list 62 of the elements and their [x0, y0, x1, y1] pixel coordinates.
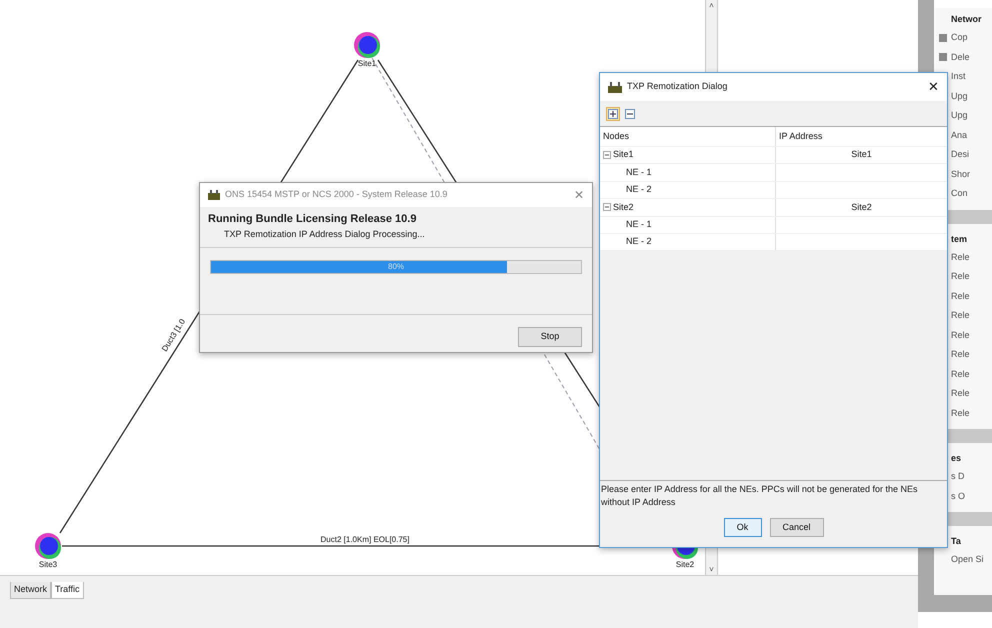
panel-item[interactable]: Upg — [951, 109, 968, 122]
scroll-up-arrow[interactable]: ˄ — [706, 0, 717, 12]
panel-item[interactable]: Ana — [951, 128, 968, 142]
node-label: Site1 — [358, 59, 376, 68]
collapse-toggle-icon[interactable] — [603, 151, 611, 160]
site-node-icon[interactable] — [35, 533, 61, 559]
cancel-button[interactable]: Cancel — [770, 518, 824, 537]
ip-address-cell[interactable]: Site2 — [851, 200, 872, 214]
expand-all-button[interactable] — [606, 106, 620, 120]
node-label: Site2 — [676, 560, 694, 569]
panel-item[interactable]: s O — [951, 490, 966, 503]
collapse-toggle-icon[interactable] — [603, 203, 611, 212]
panel-item[interactable]: Rele — [951, 290, 970, 303]
note-text: Please enter IP Address for all the NEs. PPCs will not be generated for the NEs without IP Address — [600, 482, 918, 509]
progress-message: TXP Remotization IP Address Dialog Processing... — [223, 228, 426, 241]
window-title: TXP Remotization Dialog — [627, 80, 728, 94]
section-title: Networ — [950, 13, 983, 26]
scroll-down-arrow[interactable]: ˅ — [706, 564, 717, 576]
panel-item[interactable]: Rele — [951, 406, 970, 420]
panel-item[interactable]: Shor — [951, 168, 970, 181]
panel-item[interactable]: Cop — [951, 31, 968, 44]
panel-item[interactable]: Rele — [951, 270, 970, 284]
tree-node-label[interactable]: Site1 — [613, 148, 634, 162]
panel-item[interactable]: Dele — [951, 50, 970, 64]
panel-item[interactable]: Rele — [951, 387, 970, 400]
ok-button[interactable]: Ok — [724, 518, 762, 537]
tree-node-label[interactable]: NE - 2 — [626, 235, 652, 249]
close-button[interactable]: ✕ — [574, 186, 584, 204]
panel-item[interactable]: Open Si — [951, 553, 984, 566]
panel-item[interactable]: Inst — [951, 70, 966, 84]
app-icon — [608, 82, 622, 92]
panel-item[interactable]: Desi — [951, 148, 970, 162]
section-title: Ta — [950, 535, 962, 548]
app-icon — [208, 190, 220, 200]
tree-node-label[interactable]: NE - 1 — [626, 166, 652, 180]
column-header: Nodes — [603, 130, 630, 143]
link-label: Duct2 [1.0Km] EOL[0.75] — [320, 535, 410, 544]
ip-address-cell[interactable]: Site1 — [851, 148, 872, 162]
panel-item[interactable]: Rele — [951, 328, 970, 342]
panel-item[interactable]: Rele — [951, 348, 970, 362]
column-header: IP Address — [779, 130, 822, 143]
site-node-icon[interactable] — [354, 32, 380, 58]
panel-item[interactable]: Upg — [951, 90, 968, 103]
progress-heading: Running Bundle Licensing Release 10.9 — [208, 212, 418, 227]
bottom-tab[interactable]: Traffic — [51, 582, 84, 598]
panel-item[interactable]: Con — [951, 187, 968, 200]
node-label: Site3 — [38, 560, 58, 569]
panel-item[interactable]: Rele — [951, 368, 970, 381]
stop-button[interactable]: Stop — [518, 327, 582, 346]
window-title: ONS 15454 MSTP or NCS 2000 - System Release 10.9 — [225, 188, 448, 202]
bottom-tab[interactable]: Network — [10, 582, 52, 598]
panel-item[interactable]: s D — [951, 470, 964, 484]
tree-node-label[interactable]: NE - 1 — [626, 218, 652, 232]
tree-node-label[interactable]: NE - 2 — [626, 183, 652, 197]
progress-reading: 80% — [388, 261, 404, 273]
collapse-all-button[interactable] — [623, 106, 637, 120]
tree-node-label[interactable]: Site2 — [613, 200, 634, 214]
section-title: tem — [950, 232, 968, 246]
panel-item[interactable]: Rele — [951, 309, 970, 322]
close-button[interactable]: ✕ — [928, 77, 939, 97]
panel-item[interactable]: Rele — [951, 250, 970, 264]
section-title: es — [950, 452, 962, 465]
